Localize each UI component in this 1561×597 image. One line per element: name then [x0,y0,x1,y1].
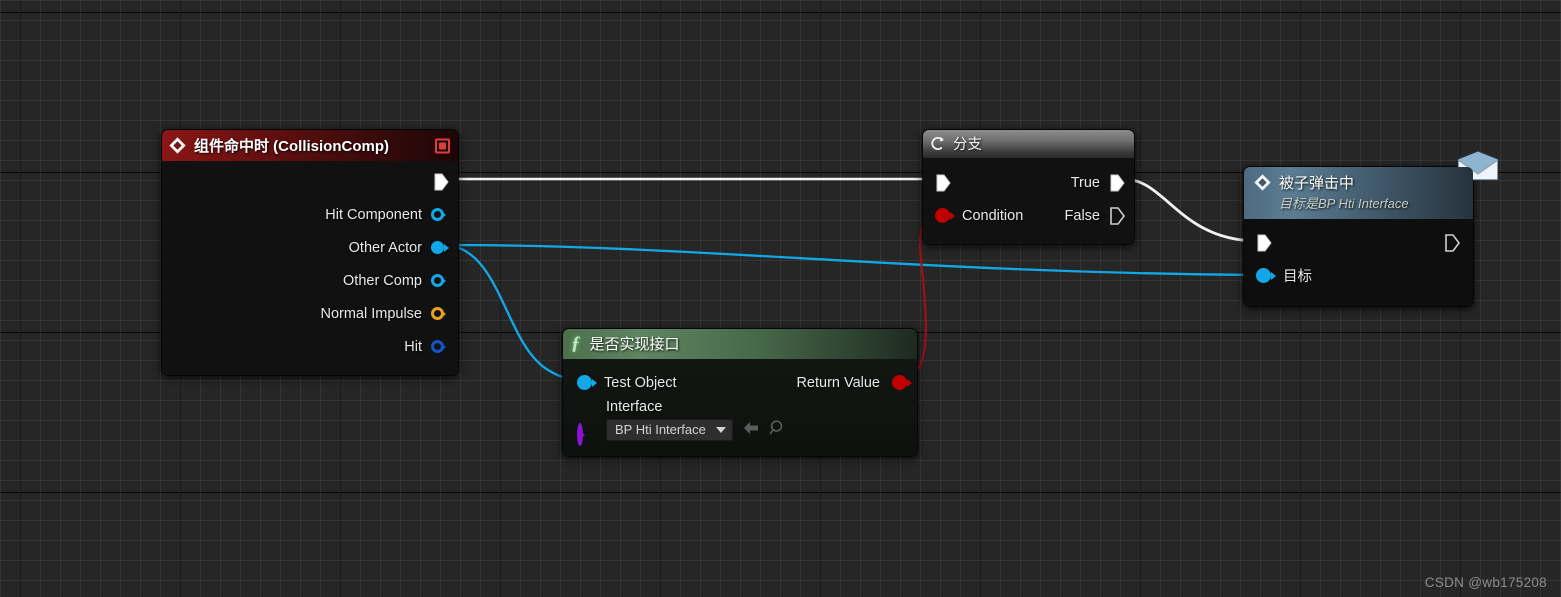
pin-row-normal-impulse[interactable]: Normal Impulse [162,297,458,330]
interface-input-block[interactable]: Interface BP Hti Interface [563,399,917,446]
branch-exec-in-pin[interactable] [935,174,951,192]
hit-pin[interactable] [431,340,444,353]
other-comp-label: Other Comp [343,272,422,289]
node-interface-message-hit-by-bullet[interactable]: 被子弹击中 目标是BP Hti Interface 目标 [1243,150,1499,307]
message-node-subtitle: 目标是BP Hti Interface [1279,196,1409,211]
function-pin-row-top[interactable]: Test Object Return Value [563,366,917,399]
target-label: 目标 [1283,269,1312,285]
normal-impulse-label: Normal Impulse [320,305,422,322]
event-node-header[interactable]: 组件命中时 (CollisionComp) [162,130,458,161]
pin-row-other-actor[interactable]: Other Actor [162,231,458,264]
branch-condition-pin[interactable] [935,208,950,223]
event-diamond-icon [1254,174,1271,191]
hit-component-label: Hit Component [325,206,422,223]
function-node-body: Test Object Return Value Interface BP Ht… [563,359,917,456]
test-object-label: Test Object [604,374,677,391]
interface-pin[interactable] [577,423,583,446]
node-branch[interactable]: 分支 True Condition False [922,129,1135,245]
other-comp-pin[interactable] [431,274,444,287]
hit-component-pin[interactable] [431,208,444,221]
branch-false-exec-pin[interactable] [1109,207,1125,225]
message-node-title: 被子弹击中 [1279,175,1355,192]
branch-true-exec-pin[interactable] [1109,174,1125,192]
other-actor-pin[interactable] [431,241,444,254]
test-object-pin[interactable] [577,375,592,390]
branch-condition-label: Condition [962,207,1024,224]
branch-exec-row[interactable]: True [923,166,1134,199]
event-node-title: 组件命中时 (CollisionComp) [194,137,389,155]
magnifier-icon[interactable] [769,419,786,441]
return-value-pin[interactable] [892,375,907,390]
event-node-body: Hit Component Other Actor Other Comp Nor… [162,161,458,375]
arrow-left-icon[interactable] [742,420,760,441]
message-node-header[interactable]: 被子弹击中 目标是BP Hti Interface [1244,167,1473,219]
message-exec-row[interactable] [1244,226,1473,259]
interface-dropdown[interactable]: BP Hti Interface [606,419,733,441]
chevron-down-icon [715,426,726,433]
pin-row-hit-component[interactable]: Hit Component [162,198,458,231]
message-exec-out-pin[interactable] [1444,234,1460,252]
message-exec-in-pin[interactable] [1256,234,1272,252]
branch-node-header[interactable]: 分支 [923,130,1134,158]
normal-impulse-pin[interactable] [431,307,444,320]
watermark: CSDN @wb175208 [1424,575,1547,590]
branch-condition-row[interactable]: Condition False [923,199,1134,232]
target-pin[interactable] [1256,268,1271,283]
function-node-header[interactable]: ƒ 是否实现接口 [563,329,917,359]
exec-out-pin[interactable] [433,173,449,191]
node-event-on-component-hit[interactable]: 组件命中时 (CollisionComp) Hit Component Othe… [161,129,459,376]
interface-label: Interface [606,399,663,415]
event-exec-out-row[interactable] [162,165,458,198]
delegate-output-pin[interactable] [435,138,450,153]
message-node-body: 目标 [1244,219,1473,306]
return-value-label: Return Value [796,374,880,391]
other-actor-label: Other Actor [348,239,422,256]
function-node-title: 是否实现接口 [589,335,680,353]
event-diamond-icon [169,136,186,154]
function-f-icon: ƒ [571,332,581,354]
pin-row-hit[interactable]: Hit [162,330,458,363]
branch-true-label: True [1070,174,1100,191]
pin-row-other-comp[interactable]: Other Comp [162,264,458,297]
message-target-row[interactable]: 目标 [1244,259,1473,292]
interface-dropdown-value: BP Hti Interface [615,422,706,437]
branch-false-label: False [1064,207,1100,224]
node-does-implement-interface[interactable]: ƒ 是否实现接口 Test Object Return Value Interf… [562,328,918,457]
branch-node-body: True Condition False [923,158,1134,244]
branch-node-title: 分支 [953,136,982,153]
hit-label: Hit [404,338,422,355]
branch-icon [930,136,945,151]
